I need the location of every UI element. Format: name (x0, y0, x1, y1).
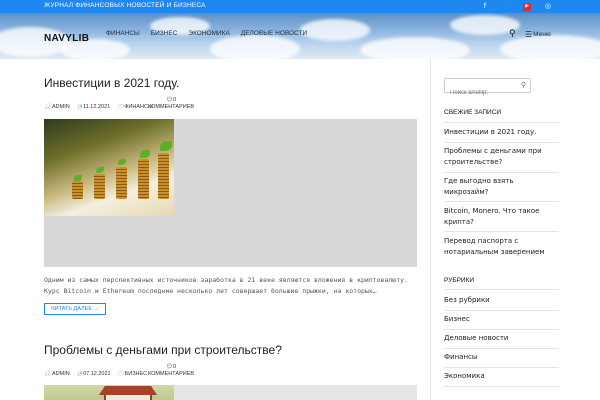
social-links: f 🐦︎ ▶ ◎ (481, 2, 552, 11)
rubrics-title: РУБРИКИ (444, 277, 475, 284)
house-image (44, 385, 174, 400)
category-link[interactable]: Деловые новости (444, 333, 559, 344)
post-excerpt: Одним из самых перспективных источников … (44, 276, 408, 295)
search-icon[interactable]: ⚲ (509, 29, 516, 39)
top-bar: ЖУРНАЛ ФИНАНСОВЫХ НОВОСТЕЙ И БИЗНЕСА f 🐦… (0, 0, 600, 13)
divider (444, 386, 559, 387)
divider (444, 231, 559, 232)
post-date[interactable]: ◷07.12.2021 (77, 371, 110, 377)
site-header: NAVYLIB Финансы Бизнес Экономика Деловые… (0, 13, 600, 59)
post-thumbnail[interactable] (44, 385, 417, 400)
divider (444, 367, 559, 368)
user-icon: 👤︎ (44, 104, 51, 110)
recent-posts-title: СВЕЖИЕ ЗАПИСИ (444, 109, 502, 116)
nav-item-finance[interactable]: Финансы (106, 30, 140, 37)
facebook-icon[interactable]: f (481, 2, 489, 11)
divider (444, 201, 559, 202)
comments-link[interactable]: 💬︎0 КОММЕНТАРИЕВ (148, 364, 194, 378)
post-category[interactable]: 🗀БИЗНЕС (118, 371, 147, 377)
twitter-icon[interactable]: 🐦︎ (502, 2, 511, 11)
sidebar-divider (430, 59, 431, 400)
post-category[interactable]: 🗀ФИНАНСЫ (118, 104, 153, 110)
search-icon[interactable]: ⚲ (521, 81, 526, 89)
post-meta: 👤︎ADMIN ◷11.12.2021 🗀ФИНАНСЫ (44, 103, 159, 112)
nav-item-business-news[interactable]: Деловые новости (241, 30, 307, 37)
read-more-button[interactable]: ЧИТАТЬ ДАЛЕЕ → (44, 303, 107, 315)
category-link[interactable]: Экономика (444, 371, 559, 382)
divider (444, 122, 559, 123)
nav-item-business[interactable]: Бизнес (151, 30, 178, 37)
recent-post-link[interactable]: Перевод паспорта с нотариальным заверени… (444, 236, 559, 258)
category-link[interactable]: Без рубрики (444, 295, 559, 306)
divider (444, 310, 559, 311)
recent-post-link[interactable]: Bitcoin, Monero. Что такое крипта? (444, 206, 559, 228)
clock-icon: ◷ (77, 104, 83, 110)
site-logo[interactable]: NAVYLIB (44, 33, 89, 44)
sidebar-search: ⚲ (444, 78, 531, 100)
divider (444, 329, 559, 330)
recent-post-link[interactable]: Где выгодно взять микрозайм? (444, 176, 559, 198)
post-title[interactable]: Проблемы с деньгами при строительстве? (44, 343, 282, 357)
comment-icon: 💬︎ (165, 364, 173, 370)
user-icon: 👤︎ (44, 371, 51, 377)
folder-icon: 🗀 (118, 371, 124, 377)
coins-plant-image (44, 119, 174, 216)
divider (444, 289, 559, 290)
post-author[interactable]: 👤︎ADMIN (44, 371, 70, 377)
instagram-icon[interactable]: ◎ (544, 2, 552, 11)
divider (444, 142, 559, 143)
category-link[interactable]: Финансы (444, 352, 559, 363)
divider (444, 348, 559, 349)
recent-post-link[interactable]: Инвестиции в 2021 году. (444, 127, 559, 138)
nav-item-economy[interactable]: Экономика (188, 30, 229, 37)
hamburger-icon: ☰ (525, 30, 533, 39)
recent-post-link[interactable]: Проблемы с деньгами при строительстве? (444, 146, 559, 168)
search-input[interactable] (445, 86, 515, 100)
clock-icon: ◷ (77, 371, 83, 377)
post-thumbnail[interactable] (44, 119, 417, 267)
post-meta: 👤︎ADMIN ◷07.12.2021 🗀БИЗНЕС (44, 370, 153, 379)
main-nav: Финансы Бизнес Экономика Деловые новости (106, 30, 307, 37)
youtube-icon[interactable]: ▶ (523, 3, 531, 11)
folder-icon: 🗀 (117, 104, 124, 110)
category-link[interactable]: Бизнес (444, 314, 559, 325)
divider (444, 172, 559, 173)
post-date[interactable]: ◷11.12.2021 (77, 104, 110, 110)
post-title[interactable]: Инвестиции в 2021 году. (44, 76, 179, 90)
post-author[interactable]: 👤︎ADMIN (44, 104, 70, 110)
menu-button[interactable]: ☰Меню (525, 30, 551, 39)
site-tagline: ЖУРНАЛ ФИНАНСОВЫХ НОВОСТЕЙ И БИЗНЕСА (44, 2, 206, 9)
comment-icon: 💬︎ (165, 97, 173, 103)
